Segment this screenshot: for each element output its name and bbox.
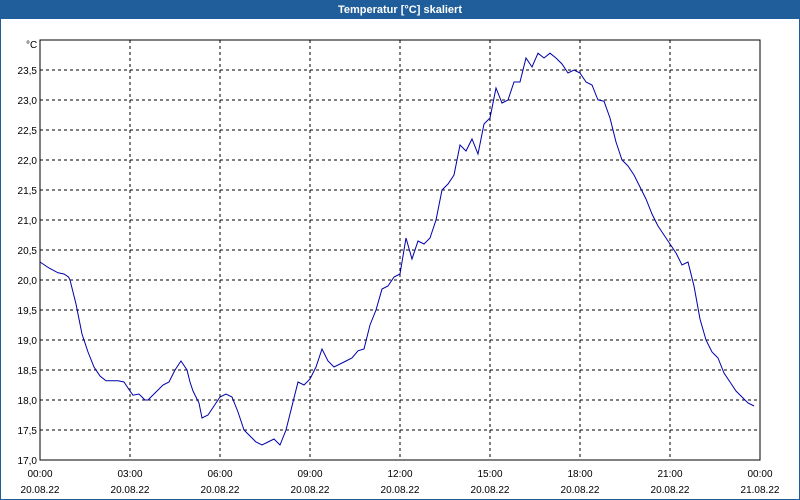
y-tick-label: 21,0 bbox=[18, 216, 38, 227]
y-tick-label: 20,5 bbox=[18, 246, 38, 257]
temperature-chart: 17,0 17,5 18,0 18,5 19,0 19,5 20,0 20,5 21,0 21,5… bbox=[18, 39, 780, 496]
x-tick-date: 21.08.22 bbox=[741, 485, 780, 496]
y-tick-label: 23,0 bbox=[18, 96, 38, 107]
x-tick-date: 20.08.22 bbox=[651, 485, 690, 496]
x-tick-time: 15:00 bbox=[477, 469, 502, 480]
y-tick-label: 17,0 bbox=[18, 456, 38, 467]
x-tick-time: 18:00 bbox=[567, 469, 592, 480]
y-axis-ticks: 17,0 17,5 18,0 18,5 19,0 19,5 20,0 20,5 21,0 21,5… bbox=[18, 66, 38, 467]
y-tick-label: 18,0 bbox=[18, 396, 38, 407]
grid-lines bbox=[39, 40, 761, 461]
x-tick-time: 09:00 bbox=[297, 469, 322, 480]
x-tick-time: 06:00 bbox=[207, 469, 232, 480]
y-axis-label: °C bbox=[26, 40, 37, 51]
temperature-series-line bbox=[39, 52, 755, 446]
x-tick-date: 20.08.22 bbox=[111, 485, 150, 496]
x-tick-time: 00:00 bbox=[747, 469, 772, 480]
y-tick-label: 22,5 bbox=[18, 126, 38, 137]
x-tick-date: 20.08.22 bbox=[471, 485, 510, 496]
x-tick-date: 20.08.22 bbox=[561, 485, 600, 496]
y-tick-label: 17,5 bbox=[18, 426, 38, 437]
y-tick-label: 18,5 bbox=[18, 366, 38, 377]
x-axis-ticks: 00:00 20.08.22 03:00 20.08.22 06:00 20.08.22 0… bbox=[21, 469, 780, 496]
y-tick-label: 19,5 bbox=[18, 306, 38, 317]
x-tick-time: 12:00 bbox=[387, 469, 412, 480]
x-tick-date: 20.08.22 bbox=[381, 485, 420, 496]
y-tick-label: 23,5 bbox=[18, 66, 38, 77]
y-tick-label: 22,0 bbox=[18, 156, 38, 167]
x-tick-date: 20.08.22 bbox=[21, 485, 60, 496]
x-tick-time: 21:00 bbox=[657, 469, 682, 480]
y-tick-label: 20,0 bbox=[18, 276, 38, 287]
y-tick-label: 21,5 bbox=[18, 186, 38, 197]
y-tick-label: 19,0 bbox=[18, 336, 38, 347]
x-tick-date: 20.08.22 bbox=[201, 485, 240, 496]
x-tick-time: 03:00 bbox=[117, 469, 142, 480]
x-tick-date: 20.08.22 bbox=[291, 485, 330, 496]
x-tick-time: 00:00 bbox=[27, 469, 52, 480]
